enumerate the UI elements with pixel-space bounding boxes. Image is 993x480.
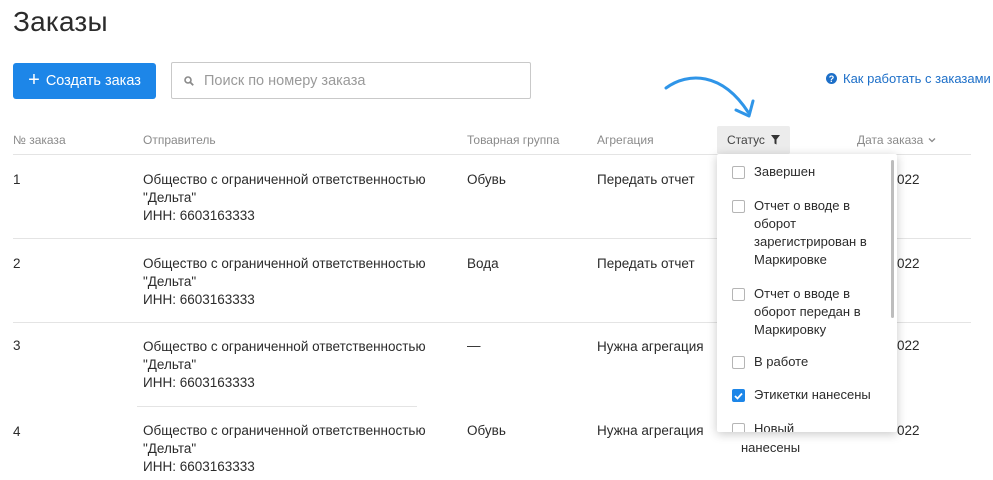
sender-name-quoted: "Дельта" xyxy=(143,274,197,289)
sender-name: Общество с ограниченной ответственностью xyxy=(143,339,426,354)
checkbox[interactable] xyxy=(732,356,745,369)
status-option-label: В работе xyxy=(754,354,809,369)
product-group: Обувь xyxy=(467,172,506,187)
header-group: Товарная группа xyxy=(467,133,560,147)
status-option-label: Новый xyxy=(754,421,795,432)
annotation-arrow-icon xyxy=(664,76,755,118)
status-option-new[interactable]: Новый xyxy=(732,420,882,432)
chevron-down-icon xyxy=(928,138,936,143)
sender-inn: ИНН: 6603163333 xyxy=(143,459,255,474)
status-text-behind-dropdown: нанесены xyxy=(741,440,801,455)
order-date: 022 xyxy=(897,172,920,187)
sender: Общество с ограниченной ответственностью… xyxy=(143,422,426,476)
sender-name-quoted: "Дельта" xyxy=(143,357,197,372)
sender-inn: ИНН: 6603163333 xyxy=(143,292,255,307)
status-option-labels-applied[interactable]: Этикетки нанесены xyxy=(732,386,882,404)
create-order-label: Создать заказ xyxy=(45,73,141,89)
search-icon xyxy=(184,75,194,86)
checkbox[interactable] xyxy=(732,166,745,179)
status-option-in-progress[interactable]: В работе xyxy=(732,353,882,371)
sender-name: Общество с ограниченной ответственностью xyxy=(143,256,426,271)
aggregation: Передать отчет xyxy=(597,256,695,271)
status-option-label: Завершен xyxy=(754,164,816,179)
checkbox[interactable] xyxy=(732,423,745,432)
product-group: — xyxy=(467,338,481,353)
checkbox[interactable] xyxy=(732,200,745,213)
header-status-filter[interactable]: Статус xyxy=(717,126,790,154)
sender: Общество с ограниченной ответственностью… xyxy=(143,255,426,309)
status-option-report-registered[interactable]: Отчет о вводе в оборот зарегистрирован в… xyxy=(732,197,882,269)
checkbox[interactable] xyxy=(732,288,745,301)
order-number: 4 xyxy=(13,424,21,439)
sender-name: Общество с ограниченной ответственностью xyxy=(143,423,426,438)
status-filter-dropdown: Завершен Отчет о вводе в оборот зарегист… xyxy=(717,154,897,432)
sender-name: Общество с ограниченной ответственностью xyxy=(143,172,426,187)
product-group: Обувь xyxy=(467,423,506,438)
order-number: 3 xyxy=(13,338,21,353)
check-icon xyxy=(734,392,743,400)
help-link[interactable]: ? Как работать с заказами xyxy=(826,71,991,86)
checkbox-checked[interactable] xyxy=(732,389,745,402)
aggregation: Нужна агрегация xyxy=(597,423,704,438)
order-date: 022 xyxy=(897,338,920,353)
header-number: № заказа xyxy=(13,133,66,147)
plus-icon: + xyxy=(28,69,40,91)
sender-name-quoted: "Дельта" xyxy=(143,190,197,205)
page-title: Заказы xyxy=(13,6,108,37)
status-option-report-sent[interactable]: Отчет о вводе в оборот передан в Маркиро… xyxy=(732,285,882,339)
table-divider xyxy=(137,406,417,407)
sender-name-quoted: "Дельта" xyxy=(143,441,197,456)
status-option-completed[interactable]: Завершен xyxy=(732,163,882,181)
filter-icon xyxy=(770,135,780,145)
header-date-sort[interactable]: Дата заказа xyxy=(857,133,936,147)
aggregation: Передать отчет xyxy=(597,172,695,187)
sender-inn: ИНН: 6603163333 xyxy=(143,375,255,390)
header-status-label: Статус xyxy=(727,133,765,147)
aggregation: Нужна агрегация xyxy=(597,339,704,354)
status-option-label: Отчет о вводе в оборот передан в Маркиро… xyxy=(754,286,861,337)
help-icon: ? xyxy=(826,73,837,84)
search-box[interactable] xyxy=(171,62,531,99)
order-number: 2 xyxy=(13,256,21,271)
sender: Общество с ограниченной ответственностью… xyxy=(143,338,426,392)
header-sender: Отправитель xyxy=(143,133,216,147)
create-order-button[interactable]: + Создать заказ xyxy=(13,63,156,99)
search-input[interactable] xyxy=(204,72,504,89)
help-label: Как работать с заказами xyxy=(843,71,991,86)
sender: Общество с ограниченной ответственностью… xyxy=(143,171,426,225)
header-aggregation: Агрегация xyxy=(597,133,654,147)
product-group: Вода xyxy=(467,256,499,271)
order-date: 022 xyxy=(897,256,920,271)
order-date: 022 xyxy=(897,423,920,438)
sender-inn: ИНН: 6603163333 xyxy=(143,208,255,223)
order-number: 1 xyxy=(13,172,21,187)
status-option-label: Отчет о вводе в оборот зарегистрирован в… xyxy=(754,198,867,267)
dropdown-scrollbar[interactable] xyxy=(891,160,894,318)
header-date-label: Дата заказа xyxy=(857,133,924,147)
status-option-label: Этикетки нанесены xyxy=(754,387,871,402)
